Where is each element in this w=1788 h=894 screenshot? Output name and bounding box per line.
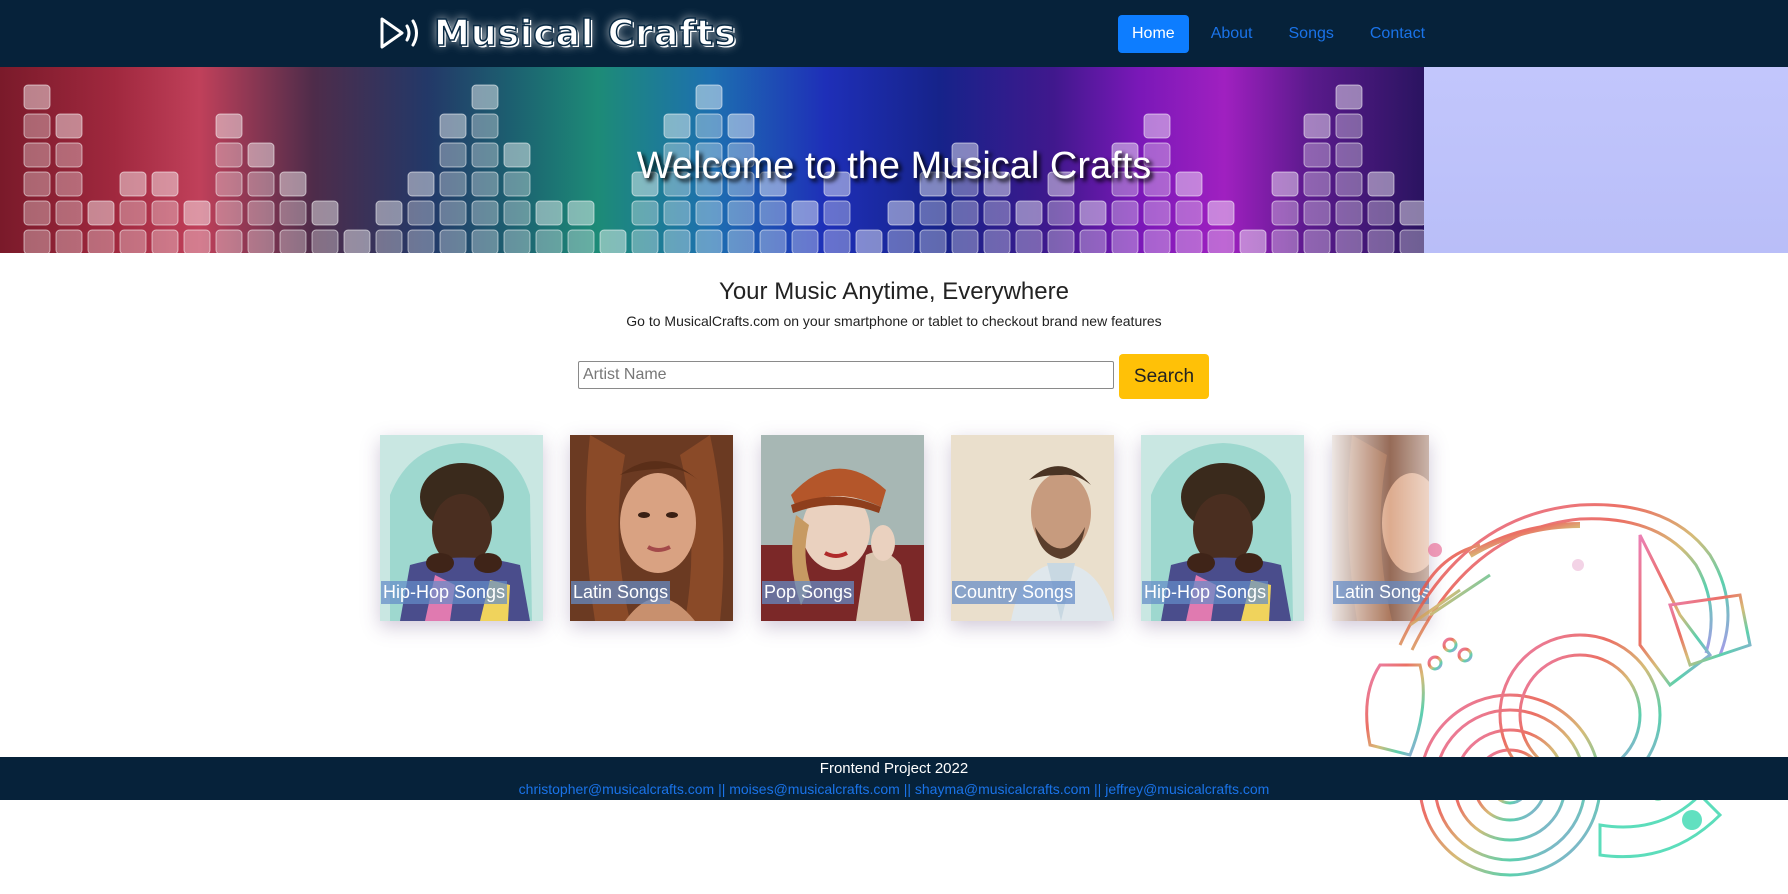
email-link-moises[interactable]: moises@musicalcrafts.com xyxy=(729,781,900,797)
main-nav: Home About Songs Contact xyxy=(1118,15,1439,53)
nav-songs[interactable]: Songs xyxy=(1275,15,1348,53)
genre-card-label: Country Songs xyxy=(952,581,1076,604)
headphones-illustration xyxy=(1365,503,1752,877)
brand-logo[interactable]: Musical Crafts xyxy=(378,10,737,56)
search-button[interactable]: Search xyxy=(1119,354,1209,399)
hero-title: Welcome to the Musical Crafts xyxy=(636,145,1152,187)
nav-home[interactable]: Home xyxy=(1118,15,1189,53)
genre-card-latin[interactable]: Latin Songs xyxy=(570,435,733,621)
artist-search-input[interactable] xyxy=(578,361,1114,389)
genre-card-hip-hop[interactable]: Hip-Hop Songs xyxy=(380,435,543,621)
section-subheading: Go to MusicalCrafts.com on your smartpho… xyxy=(626,313,1162,329)
footer-contact-links: christopher@musicalcrafts.com || moises@… xyxy=(0,781,1788,797)
footer: Frontend Project 2022 christopher@musica… xyxy=(0,757,1788,800)
nav-contact[interactable]: Contact xyxy=(1356,15,1439,53)
navbar: Musical Crafts Home About Songs Contact xyxy=(0,0,1788,67)
section-heading: Your Music Anytime, Everywhere xyxy=(719,278,1069,305)
genre-card-hip-hop-2[interactable]: Hip-Hop Songs xyxy=(1141,435,1304,621)
genre-card-label: Hip-Hop Songs xyxy=(1142,581,1269,604)
separator: || xyxy=(1094,781,1102,797)
genre-card-country[interactable]: Country Songs xyxy=(951,435,1114,621)
email-link-shayma[interactable]: shayma@musicalcrafts.com xyxy=(915,781,1090,797)
genre-card-pop[interactable]: Pop Songs xyxy=(761,435,924,621)
separator: || xyxy=(903,781,911,797)
separator: || xyxy=(718,781,726,797)
nav-about[interactable]: About xyxy=(1197,15,1267,53)
genre-card-label: Latin Songs xyxy=(571,581,671,604)
brand-name: Musical Crafts xyxy=(433,12,737,55)
play-sound-icon xyxy=(378,15,424,51)
genre-card-label: Pop Songs xyxy=(762,581,855,604)
genre-carousel: Hip-Hop Songs Latin Songs Pop Songs Coun… xyxy=(380,435,1430,621)
footer-title: Frontend Project 2022 xyxy=(819,760,969,777)
email-link-christopher[interactable]: christopher@musicalcrafts.com xyxy=(519,781,715,797)
email-link-jeffrey[interactable]: jeffrey@musicalcrafts.com xyxy=(1105,781,1269,797)
genre-card-label: Hip-Hop Songs xyxy=(381,581,508,604)
